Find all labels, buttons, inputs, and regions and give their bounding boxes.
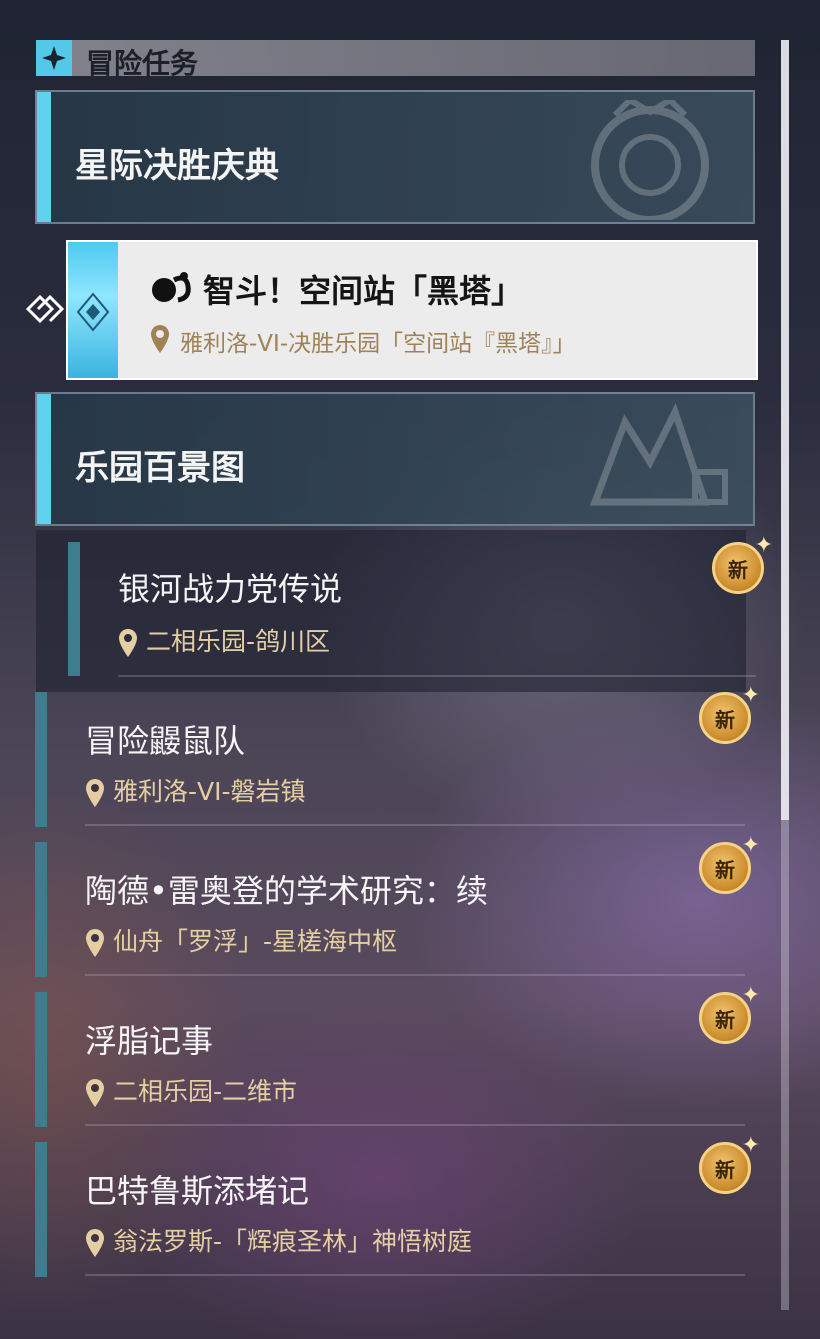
divider — [85, 1274, 745, 1276]
section-title: 冒险任务 — [86, 47, 199, 80]
scrollbar[interactable] — [781, 40, 789, 1310]
quest-title: 冒险鼹鼠队 — [85, 722, 246, 760]
quest-location: 雅利洛-VI-决胜乐园「空间站『黑塔』」 — [180, 331, 576, 357]
quest-title: 陶德•雷奥登的学术研究：续 — [85, 872, 488, 910]
quest-item[interactable]: 冒险鼹鼠队 雅利洛-VI-磐岩镇 新 ✦ — [35, 683, 760, 842]
location-pin-icon — [151, 325, 169, 353]
quest-location-text: 翁法罗斯-「辉痕圣林」神悟树庭 — [113, 1227, 473, 1256]
divider — [118, 675, 756, 677]
location-pin-icon — [86, 1229, 104, 1257]
sparkle-icon: ✦ — [741, 833, 760, 858]
category-accent-bar — [37, 92, 51, 222]
sparkle-icon: ✦ — [741, 1133, 760, 1158]
quest-location-text: 雅利洛-VI-磐岩镇 — [113, 777, 306, 806]
category-title: 星际决胜庆典 — [75, 146, 279, 186]
quest-accent-bar — [35, 992, 47, 1127]
selection-arrow-icon — [26, 294, 65, 324]
category-star-celebration[interactable]: 星际决胜庆典 — [35, 90, 755, 224]
quest-location: 翁法罗斯-「辉痕圣林」神悟树庭 — [85, 1222, 472, 1258]
quest-title: 智斗！空间站「黑塔」 — [203, 272, 524, 310]
quest-location-text: 仙舟「罗浮」-星槎海中枢 — [113, 927, 398, 956]
sparkle-icon: ✦ — [741, 683, 760, 708]
category-park-panorama[interactable]: 乐园百景图 — [35, 392, 755, 526]
quest-title: 浮脂记事 — [85, 1022, 214, 1060]
emblem-icon — [589, 402, 728, 506]
quest-location-text: 二相乐园-鸽川区 — [146, 627, 331, 656]
quest-location: 雅利洛-VI-磐岩镇 — [85, 772, 306, 808]
quest-location: 二相乐园-鸽川区 — [118, 622, 330, 658]
new-badge: 新 ✦ — [712, 533, 773, 594]
new-badge: 新 ✦ — [699, 833, 760, 894]
quest-accent-bar — [35, 1142, 47, 1277]
scroll-thumb[interactable] — [781, 40, 789, 820]
quest-item[interactable]: 银河战力党传说 二相乐园-鸽川区 新 ✦ — [36, 530, 773, 692]
location-pin-icon — [86, 779, 104, 807]
new-badge: 新 ✦ — [699, 1133, 760, 1194]
emblem-icon — [591, 100, 709, 220]
diamond-icon — [76, 292, 110, 332]
quest-accent-bar — [35, 692, 47, 827]
new-badge: 新 ✦ — [699, 983, 760, 1044]
badge-label: 新 — [715, 707, 735, 732]
badge-label: 新 — [715, 857, 735, 882]
quest-location: 仙舟「罗浮」-星槎海中枢 — [85, 922, 397, 958]
selected-stripe — [68, 242, 118, 378]
new-badge: 新 ✦ — [699, 683, 760, 744]
divider — [85, 1124, 745, 1126]
location-pin-icon — [119, 629, 137, 657]
sparkle-icon: ✦ — [754, 533, 773, 558]
quest-item[interactable]: 陶德•雷奥登的学术研究：续 仙舟「罗浮」-星槎海中枢 新 ✦ — [35, 833, 760, 992]
quest-item-selected[interactable]: 智斗！空间站「黑塔」 雅利洛-VI-决胜乐园「空间站『黑塔』」 — [66, 240, 758, 380]
category-title: 乐园百景图 — [75, 448, 245, 488]
quest-title: 巴特鲁斯添堵记 — [85, 1172, 310, 1210]
location-pin-icon — [86, 1079, 104, 1107]
sparkle-icon: ✦ — [741, 983, 760, 1008]
quest-item[interactable]: 浮脂记事 二相乐园-二维市 新 ✦ — [35, 983, 760, 1142]
badge-label: 新 — [715, 1007, 735, 1032]
category-accent-bar — [37, 394, 51, 524]
divider — [85, 824, 745, 826]
quest-location-text: 二相乐园-二维市 — [113, 1077, 298, 1106]
quest-accent-bar — [68, 542, 80, 676]
quest-location: 二相乐园-二维市 — [85, 1072, 297, 1108]
badge-label: 新 — [728, 557, 748, 582]
badge-label: 新 — [715, 1157, 735, 1182]
location-pin-icon — [86, 929, 104, 957]
section-header: 冒险任务 — [36, 40, 755, 80]
quest-type-icon — [152, 272, 191, 303]
quest-item[interactable]: 巴特鲁斯添堵记 翁法罗斯-「辉痕圣林」神悟树庭 新 ✦ — [35, 1133, 760, 1292]
sparkle-icon — [36, 40, 72, 76]
quest-title: 银河战力党传说 — [118, 570, 343, 608]
divider — [85, 974, 745, 976]
quest-accent-bar — [35, 842, 47, 977]
